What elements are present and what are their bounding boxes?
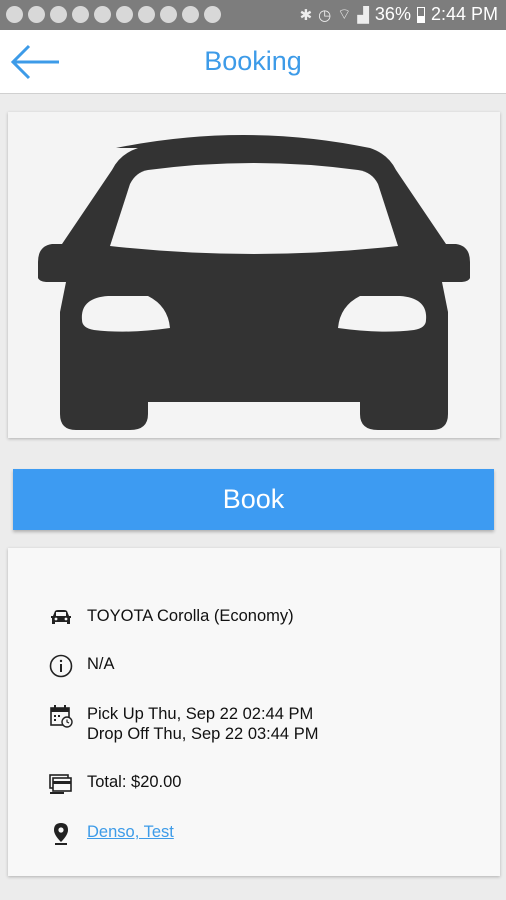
location-icon: [50, 6, 67, 23]
keyboard-icon: [182, 6, 199, 23]
schedule-row: Pick Up Thu, Sep 22 02:44 PM Drop Off Th…: [48, 704, 318, 744]
alarm-icon: ◷: [318, 6, 332, 24]
page-title: Booking: [204, 46, 302, 76]
signal-icon: ▟: [357, 6, 369, 24]
book-button[interactable]: Book: [13, 469, 494, 530]
battery-icon: [416, 6, 425, 23]
info-row: N/A: [48, 654, 115, 678]
car-icon: [48, 606, 74, 630]
mail-icon: [72, 6, 89, 23]
wifi-icon: ⌔: [337, 6, 352, 23]
vehicle-image-card: [8, 112, 500, 438]
app-icon: [160, 6, 177, 23]
clock: 2:44 PM: [430, 4, 498, 24]
location-row: Denso, Test: [48, 822, 174, 846]
booking-details-card: TOYOTA Corolla (Economy) N/A Pick Up Thu…: [8, 548, 500, 876]
payment-icon: [48, 772, 74, 796]
pdf-icon: [28, 6, 45, 23]
location-link[interactable]: Denso, Test: [87, 822, 174, 842]
download-icon: [116, 6, 133, 23]
status-bar: ✱ ◷ ⌔ ▟ 36% 2:44 PM: [0, 0, 506, 30]
app-bar: Booking: [0, 30, 506, 94]
location-pin-icon: [48, 822, 74, 846]
notification-icons: [6, 6, 221, 23]
clipboard-icon: [138, 6, 155, 23]
total-row: Total: $20.00: [48, 772, 182, 796]
battery-percent: 36%: [374, 4, 411, 24]
total-price: Total: $20.00: [87, 773, 182, 791]
car-front-icon: [38, 135, 470, 430]
vehicle-row: TOYOTA Corolla (Economy): [48, 606, 294, 630]
skype-icon: [6, 6, 23, 23]
at-icon: [94, 6, 111, 23]
dropoff-time: Drop Off Thu, Sep 22 03:44 PM: [87, 725, 319, 743]
calendar-clock-icon: [48, 704, 74, 728]
vehicle-name: TOYOTA Corolla (Economy): [87, 607, 294, 625]
bluetooth-icon: ✱: [299, 6, 313, 24]
info-text: N/A: [87, 655, 115, 673]
system-status: ✱ ◷ ⌔ ▟ 36% 2:44 PM: [300, 4, 498, 25]
info-icon: [48, 654, 74, 678]
flash-icon: [204, 6, 221, 23]
pickup-time: Pick Up Thu, Sep 22 02:44 PM: [87, 705, 314, 723]
